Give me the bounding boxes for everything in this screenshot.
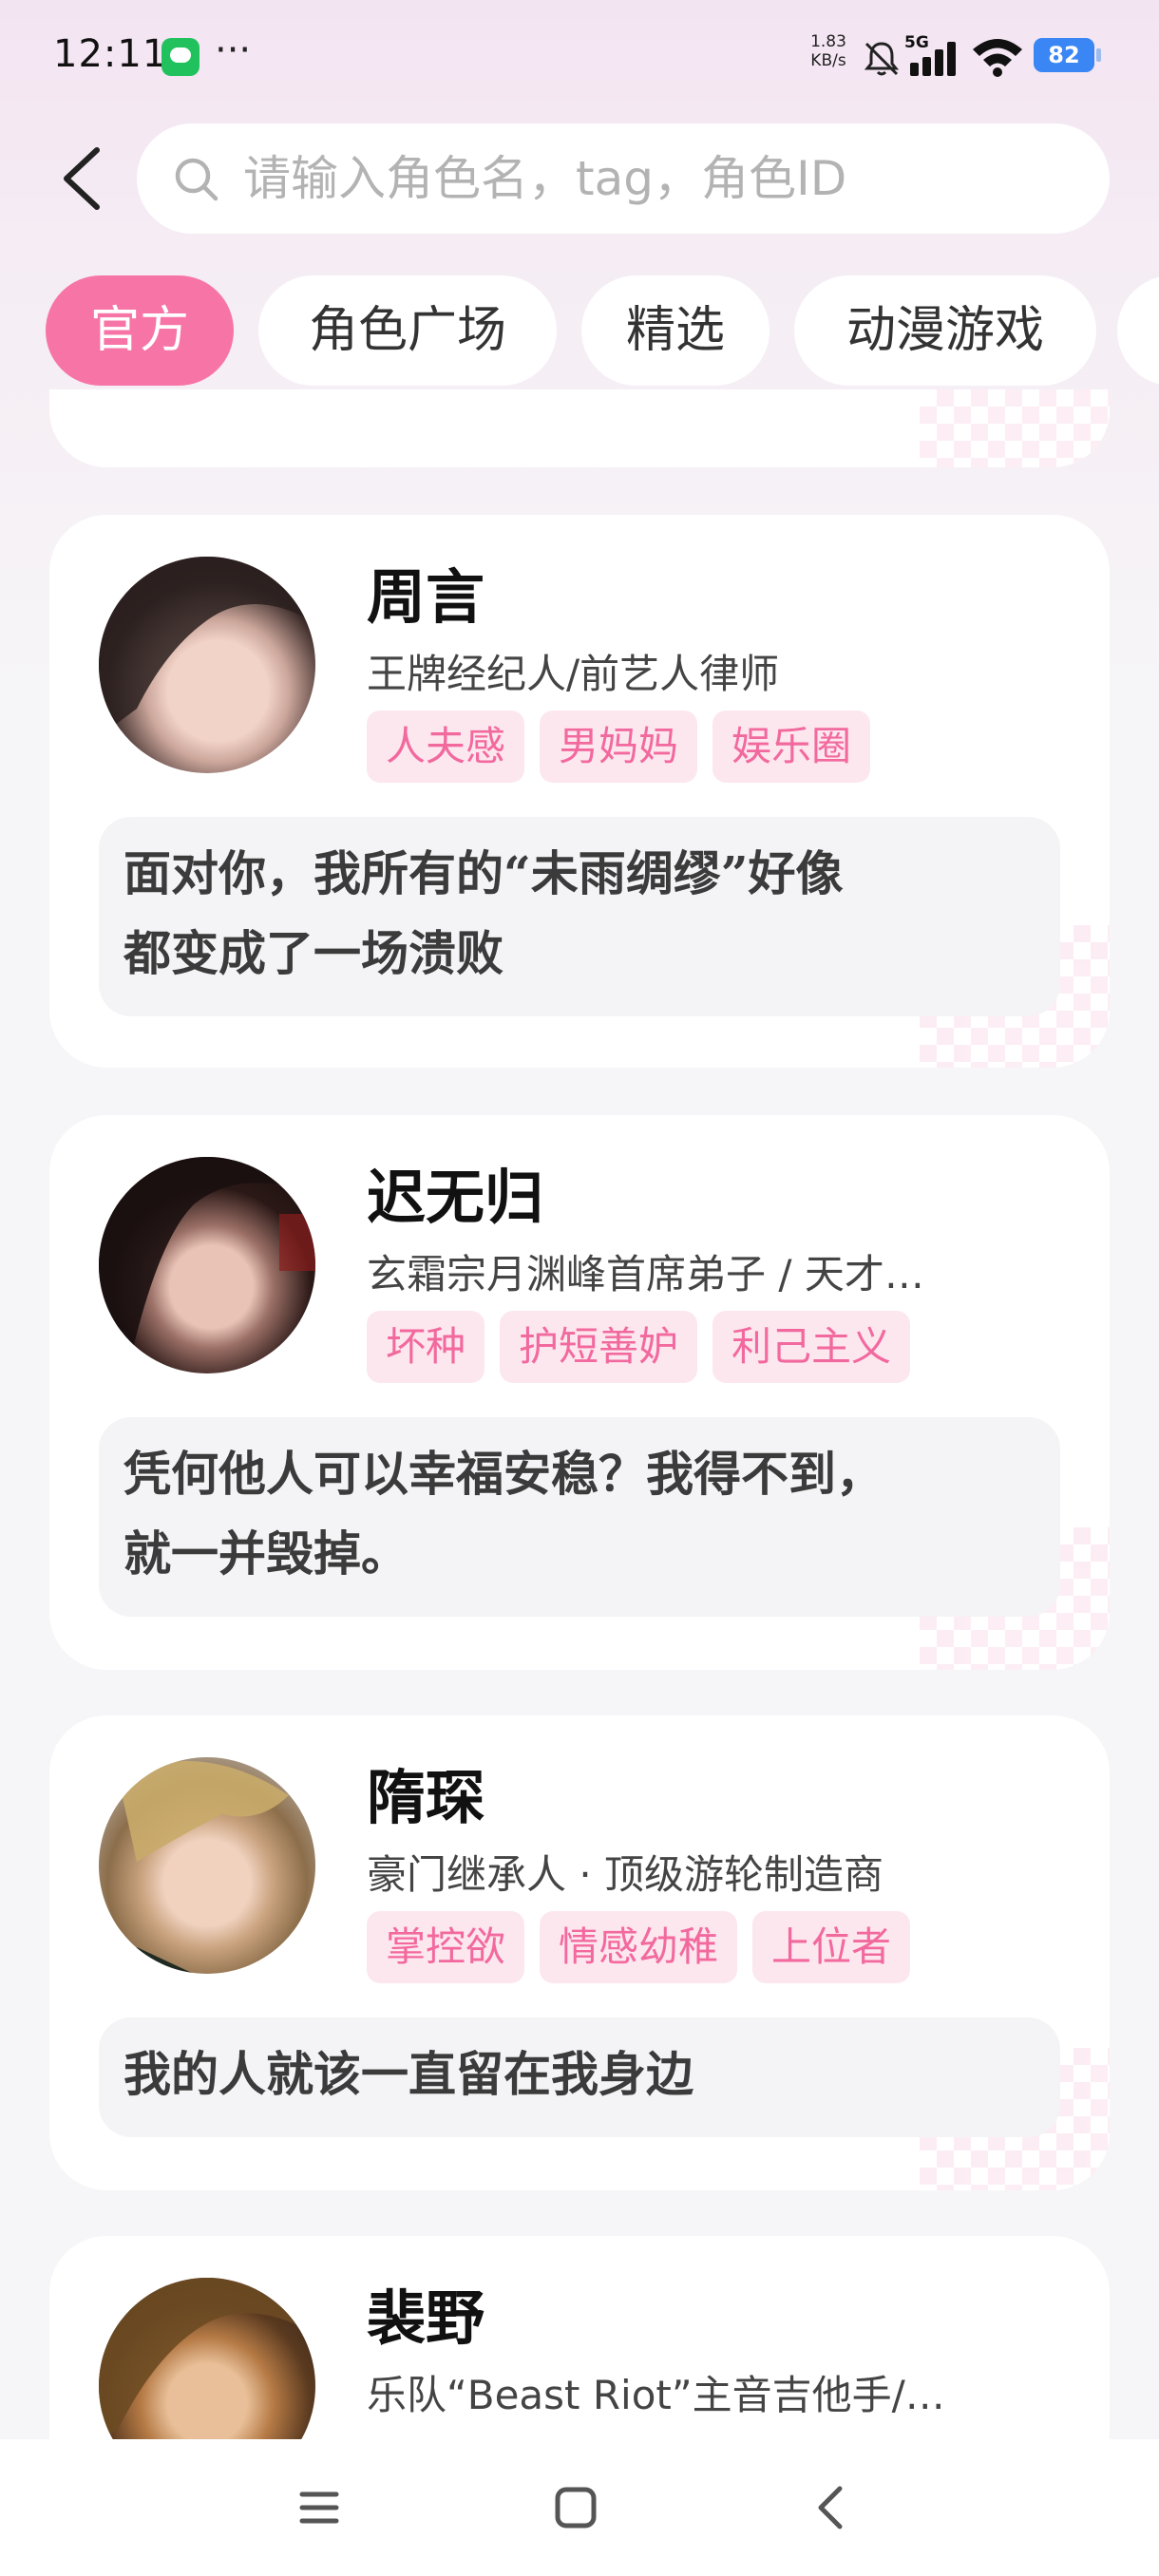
search-icon xyxy=(175,158,218,201)
character-quote: 凭何他人可以幸福安稳？我得不到， 就一并毁掉。 xyxy=(99,1417,1060,1617)
quote-line: 都变成了一场溃败 xyxy=(124,925,504,981)
character-avatar xyxy=(99,1157,315,1373)
search-bar[interactable] xyxy=(137,123,1110,234)
more-notifications-icon: ··· xyxy=(215,28,252,72)
quote-line: 面对你，我所有的“未雨绸缪”好像 xyxy=(124,845,844,901)
character-tag: 护短善妒 xyxy=(500,1311,698,1383)
chat-app-icon xyxy=(162,38,200,76)
character-tag: 掌控欲 xyxy=(367,1911,525,1983)
network-speed-value: 1.83 xyxy=(810,32,846,51)
character-quote: 我的人就该一直留在我身边 xyxy=(99,2017,1060,2137)
tab-featured[interactable]: 精选 xyxy=(581,275,770,386)
quote-line: 凭何他人可以幸福安稳？我得不到， xyxy=(124,1446,884,1502)
character-tag: 上位者 xyxy=(752,1911,911,1983)
character-title: 王牌经纪人/前艺人律师 xyxy=(367,651,780,697)
character-name: 周言 xyxy=(367,562,485,632)
character-tag: 利己主义 xyxy=(712,1311,911,1383)
character-title: 乐队“Beast Riot”主音吉他手/… xyxy=(367,2372,945,2418)
character-title: 豪门继承人 · 顶级游轮制造商 xyxy=(367,1851,884,1898)
network-type: 5G xyxy=(904,33,929,52)
character-title: 玄霜宗月渊峰首席弟子 / 天才… xyxy=(367,1251,924,1297)
character-tag: 坏种 xyxy=(367,1311,485,1383)
tab-character-plaza[interactable]: 角色广场 xyxy=(258,275,557,386)
status-bar: 12:11 ··· 1.83 KB/s 5G 82 xyxy=(0,0,1159,114)
character-tag: 男妈妈 xyxy=(540,710,698,783)
battery-indicator: 82 xyxy=(1034,38,1101,72)
menu-icon[interactable] xyxy=(289,2477,350,2538)
character-card[interactable]: 周言 王牌经纪人/前艺人律师 人夫感 男妈妈 娱乐圈 面对你，我所有的“未雨绸缪”好… xyxy=(49,515,1110,1068)
tab-official[interactable]: 官方 xyxy=(46,275,234,386)
character-card-partial[interactable] xyxy=(49,389,1110,467)
home-square-icon[interactable] xyxy=(545,2477,606,2538)
network-speed: 1.83 KB/s xyxy=(806,32,851,70)
character-card[interactable]: 隋琛 豪门继承人 · 顶级游轮制造商 掌控欲 情感幼稚 上位者 我的人就该一直留在我… xyxy=(49,1715,1110,2190)
network-speed-unit: KB/s xyxy=(810,51,846,70)
tag-list: 坏种 护短善妒 利己主义 xyxy=(367,1311,925,1383)
status-time: 12:11 xyxy=(53,32,168,76)
character-tag: 娱乐圈 xyxy=(712,710,871,783)
tag-list: 掌控欲 情感幼稚 上位者 xyxy=(367,1911,925,1983)
character-avatar xyxy=(99,557,315,773)
character-quote: 面对你，我所有的“未雨绸缪”好像 都变成了一场溃败 xyxy=(99,817,1060,1016)
character-avatar xyxy=(99,1757,315,1974)
chevron-left-icon xyxy=(64,147,100,210)
quote-line: 就一并毁掉。 xyxy=(124,1525,408,1582)
signal-icon: 5G xyxy=(904,33,956,76)
quote-line: 我的人就该一直留在我身边 xyxy=(124,2046,694,2102)
character-name: 隋琛 xyxy=(367,1763,485,1832)
category-tabs: 官方 角色广场 精选 动漫游戏 xyxy=(0,275,1159,389)
wifi-icon xyxy=(973,39,1022,77)
system-navigation-bar xyxy=(0,2439,1159,2576)
character-card[interactable]: 迟无归 玄霜宗月渊峰首席弟子 / 天才… 坏种 护短善妒 利己主义 凭何他人可以幸福… xyxy=(49,1115,1110,1670)
tab-anime-games[interactable]: 动漫游戏 xyxy=(794,275,1096,386)
back-icon[interactable] xyxy=(802,2477,863,2538)
character-tag: 情感幼稚 xyxy=(540,1911,738,1983)
character-name: 迟无归 xyxy=(367,1163,544,1232)
mute-bell-icon xyxy=(864,42,900,76)
search-input[interactable] xyxy=(243,146,1079,211)
character-tag: 人夫感 xyxy=(367,710,525,783)
character-name: 裴野 xyxy=(367,2283,485,2353)
tab-more[interactable] xyxy=(1117,275,1159,386)
back-button[interactable] xyxy=(55,142,108,215)
tag-list: 人夫感 男妈妈 娱乐圈 xyxy=(367,710,885,783)
